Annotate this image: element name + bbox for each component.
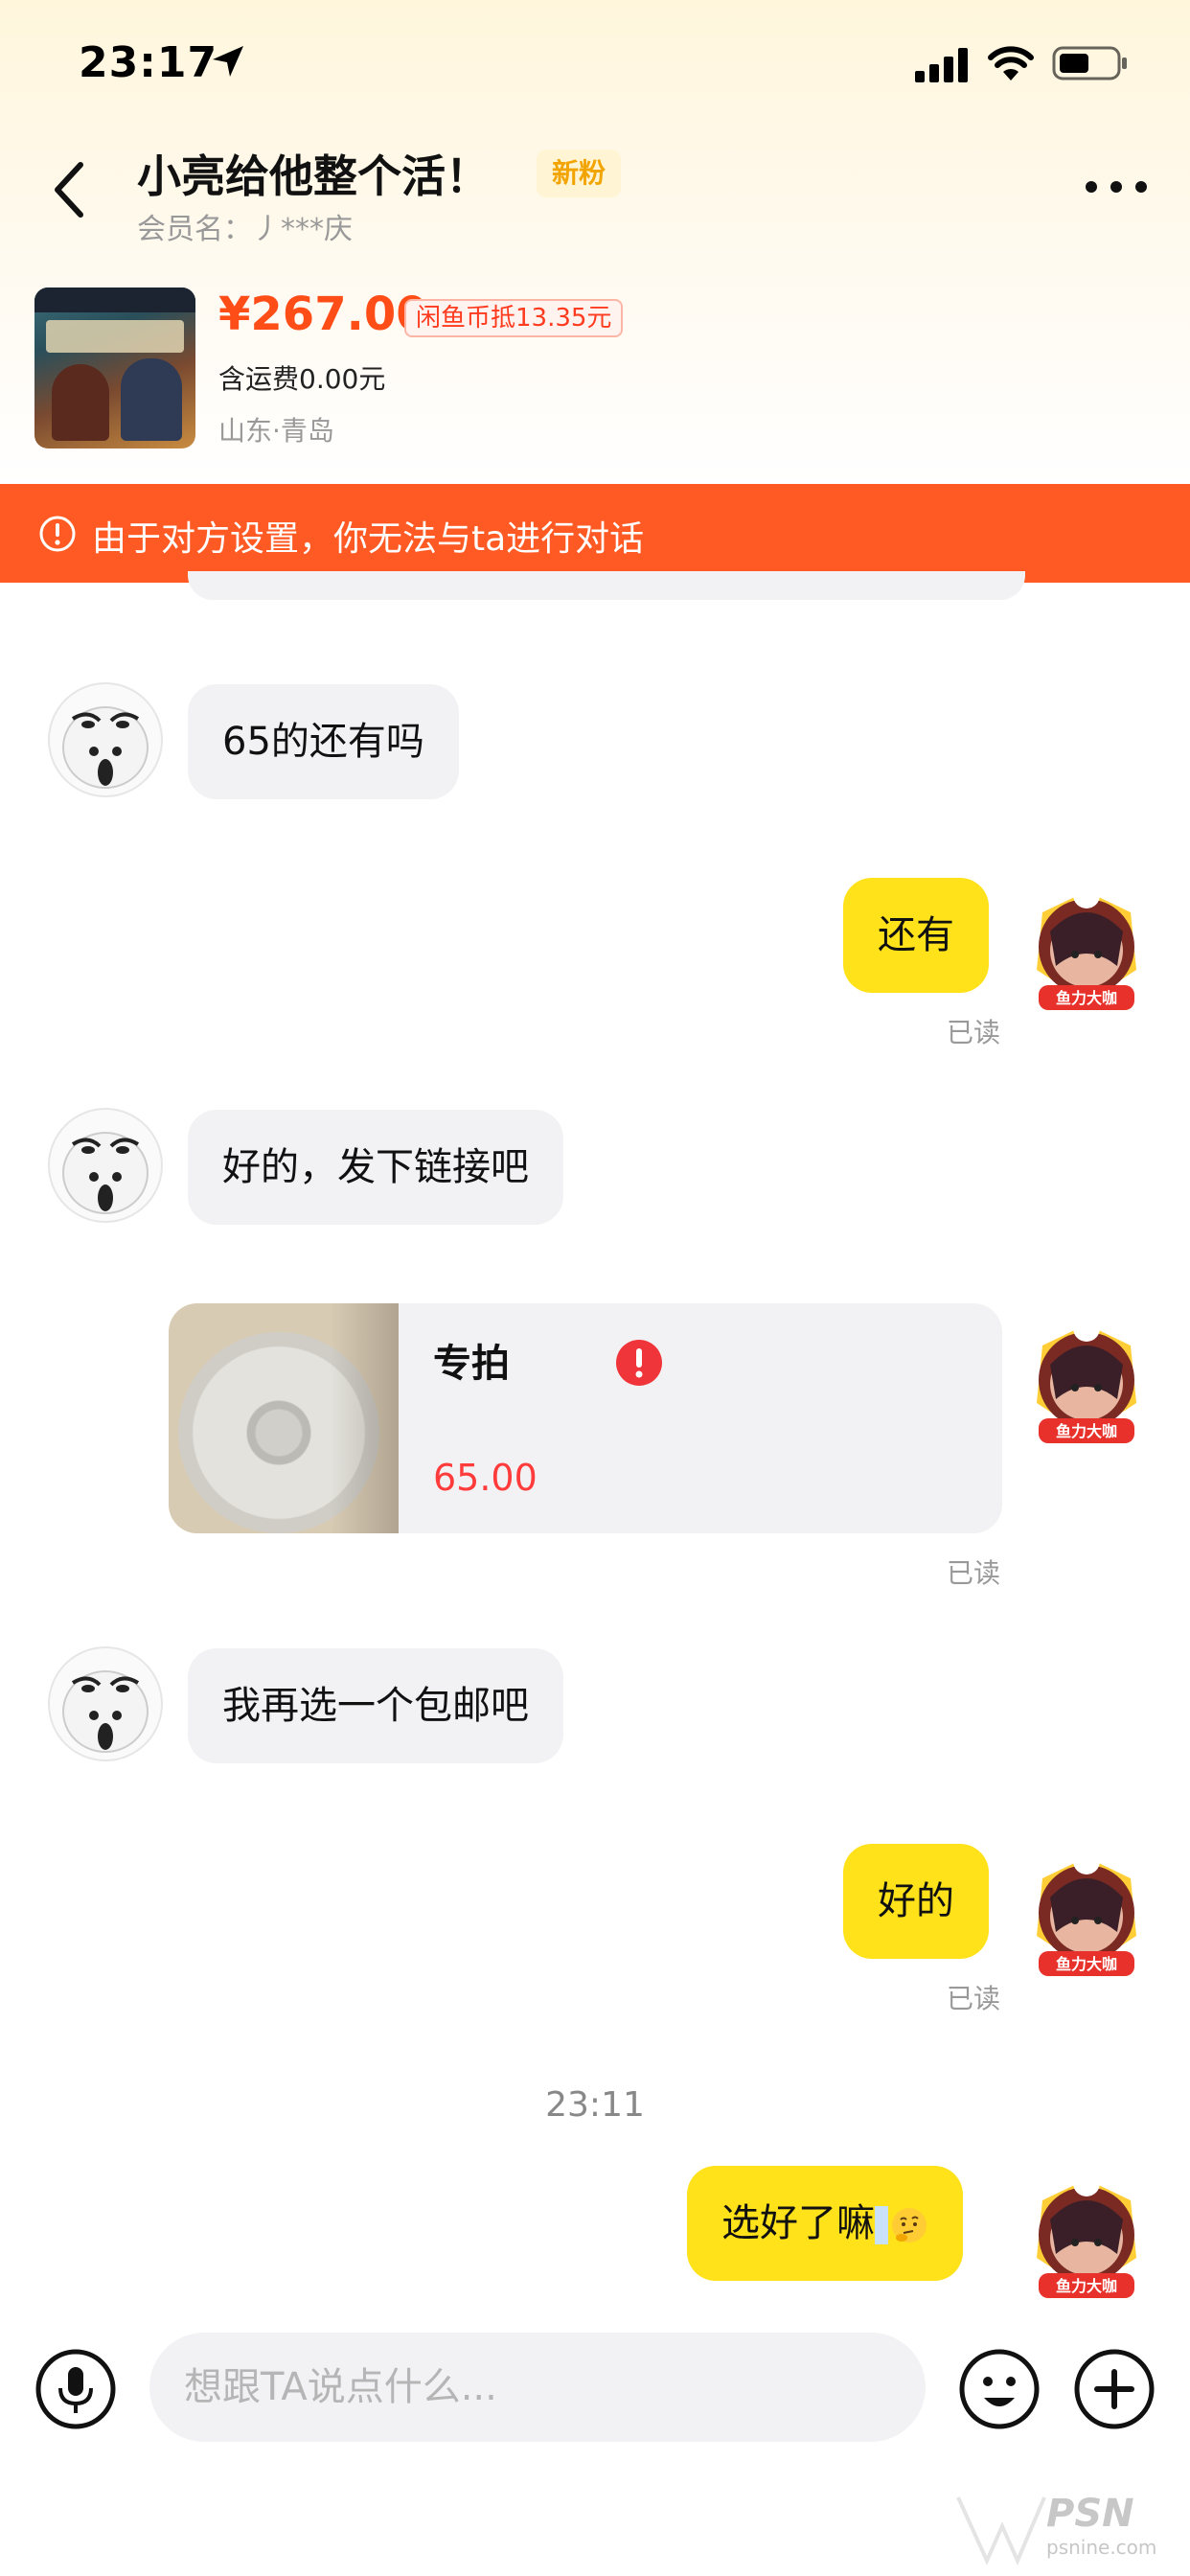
emoji-smiley-icon[interactable] — [958, 2348, 1041, 2430]
previous-message-fragment — [188, 571, 1025, 600]
seal-avatar-icon — [62, 1670, 149, 1753]
read-status: 已读 — [947, 1983, 1001, 2014]
send-failed-icon[interactable] — [615, 1339, 663, 1387]
self-avatar[interactable]: 鱼力大咖 — [1014, 874, 1159, 1020]
message-input[interactable] — [149, 2333, 926, 2442]
back-chevron-icon[interactable] — [48, 153, 90, 226]
link-card-title: 专拍 — [433, 1342, 510, 1386]
warning-text: 由于对方设置，你无法与ta进行对话 — [92, 519, 645, 559]
seal-avatar-icon — [62, 1132, 149, 1214]
member-name: 会员名：丿***庆 — [137, 213, 353, 246]
self-avatar[interactable]: 鱼力大咖 — [1014, 1307, 1159, 1453]
game-cover-figure — [121, 358, 182, 441]
read-status: 已读 — [947, 1557, 1001, 1589]
contact-avatar[interactable] — [48, 1108, 163, 1223]
message-text: 选好了嘛 — [721, 2201, 875, 2245]
avatar-badge-label: 鱼力大咖 — [1056, 2277, 1117, 2295]
voice-input-mic-icon[interactable] — [34, 2348, 117, 2430]
message-bubble-sent[interactable]: 好的 — [843, 1844, 989, 1959]
self-avatar[interactable]: 鱼力大咖 — [1014, 1840, 1159, 1986]
message-timestamp: 23:11 — [545, 2085, 645, 2125]
location-arrow-icon — [213, 46, 243, 77]
message-bubble-received[interactable]: 65的还有吗 — [188, 684, 459, 799]
message-bubble-received[interactable]: 好的，发下链接吧 — [188, 1110, 563, 1225]
message-bubble-sent[interactable]: 选好了嘛 — [687, 2166, 963, 2281]
product-thumbnail[interactable] — [34, 288, 195, 448]
self-avatar[interactable]: 鱼力大咖 — [1014, 2162, 1159, 2308]
warning-info-icon — [39, 516, 76, 552]
game-cover-band — [34, 288, 195, 312]
watermark-subtext: psnine.com — [1046, 2536, 1157, 2559]
new-fan-badge: 新粉 — [537, 150, 622, 197]
status-time: 23:17 — [79, 38, 218, 87]
more-options-icon[interactable] — [1083, 172, 1150, 201]
message-bubble-sent[interactable]: 还有 — [843, 878, 989, 993]
game-cover-figure — [52, 364, 109, 441]
shipping-fee: 含运费0.00元 — [218, 363, 386, 395]
contact-avatar[interactable] — [48, 1646, 163, 1761]
avatar-badge-label: 鱼力大咖 — [1056, 1955, 1117, 1973]
contact-avatar[interactable] — [48, 682, 163, 797]
watermark-text: PSN — [1046, 2492, 1134, 2536]
seal-avatar-icon — [62, 706, 149, 789]
coin-discount-badge: 闲鱼币抵13.35元 — [404, 299, 624, 337]
seller-location: 山东·青岛 — [218, 415, 334, 447]
status-bar: 23:17 — [0, 0, 1190, 125]
avatar-badge-label: 鱼力大咖 — [1056, 1422, 1117, 1440]
wifi-icon — [988, 46, 1034, 80]
product-link-card[interactable]: 专拍 65.00 — [169, 1303, 1002, 1533]
warning-banner: 由于对方设置，你无法与ta进行对话 — [0, 484, 1190, 583]
read-status: 已读 — [947, 1017, 1001, 1048]
product-price: ¥267.00 — [218, 288, 428, 341]
avatar-badge-label: 鱼力大咖 — [1056, 989, 1117, 1007]
link-card-price: 65.00 — [433, 1457, 538, 1499]
game-cover-title — [46, 320, 184, 353]
message-bubble-received[interactable]: 我再选一个包邮吧 — [188, 1648, 563, 1763]
thinking-face-emoji-icon — [892, 2208, 927, 2242]
link-card-thumbnail — [169, 1303, 399, 1533]
cellular-signal-icon — [915, 48, 968, 82]
battery-icon — [1052, 46, 1127, 80]
text-selection-cursor — [875, 2206, 888, 2244]
chat-title: 小亮给他整个活！ — [137, 150, 490, 202]
add-attachment-plus-icon[interactable] — [1073, 2348, 1156, 2430]
